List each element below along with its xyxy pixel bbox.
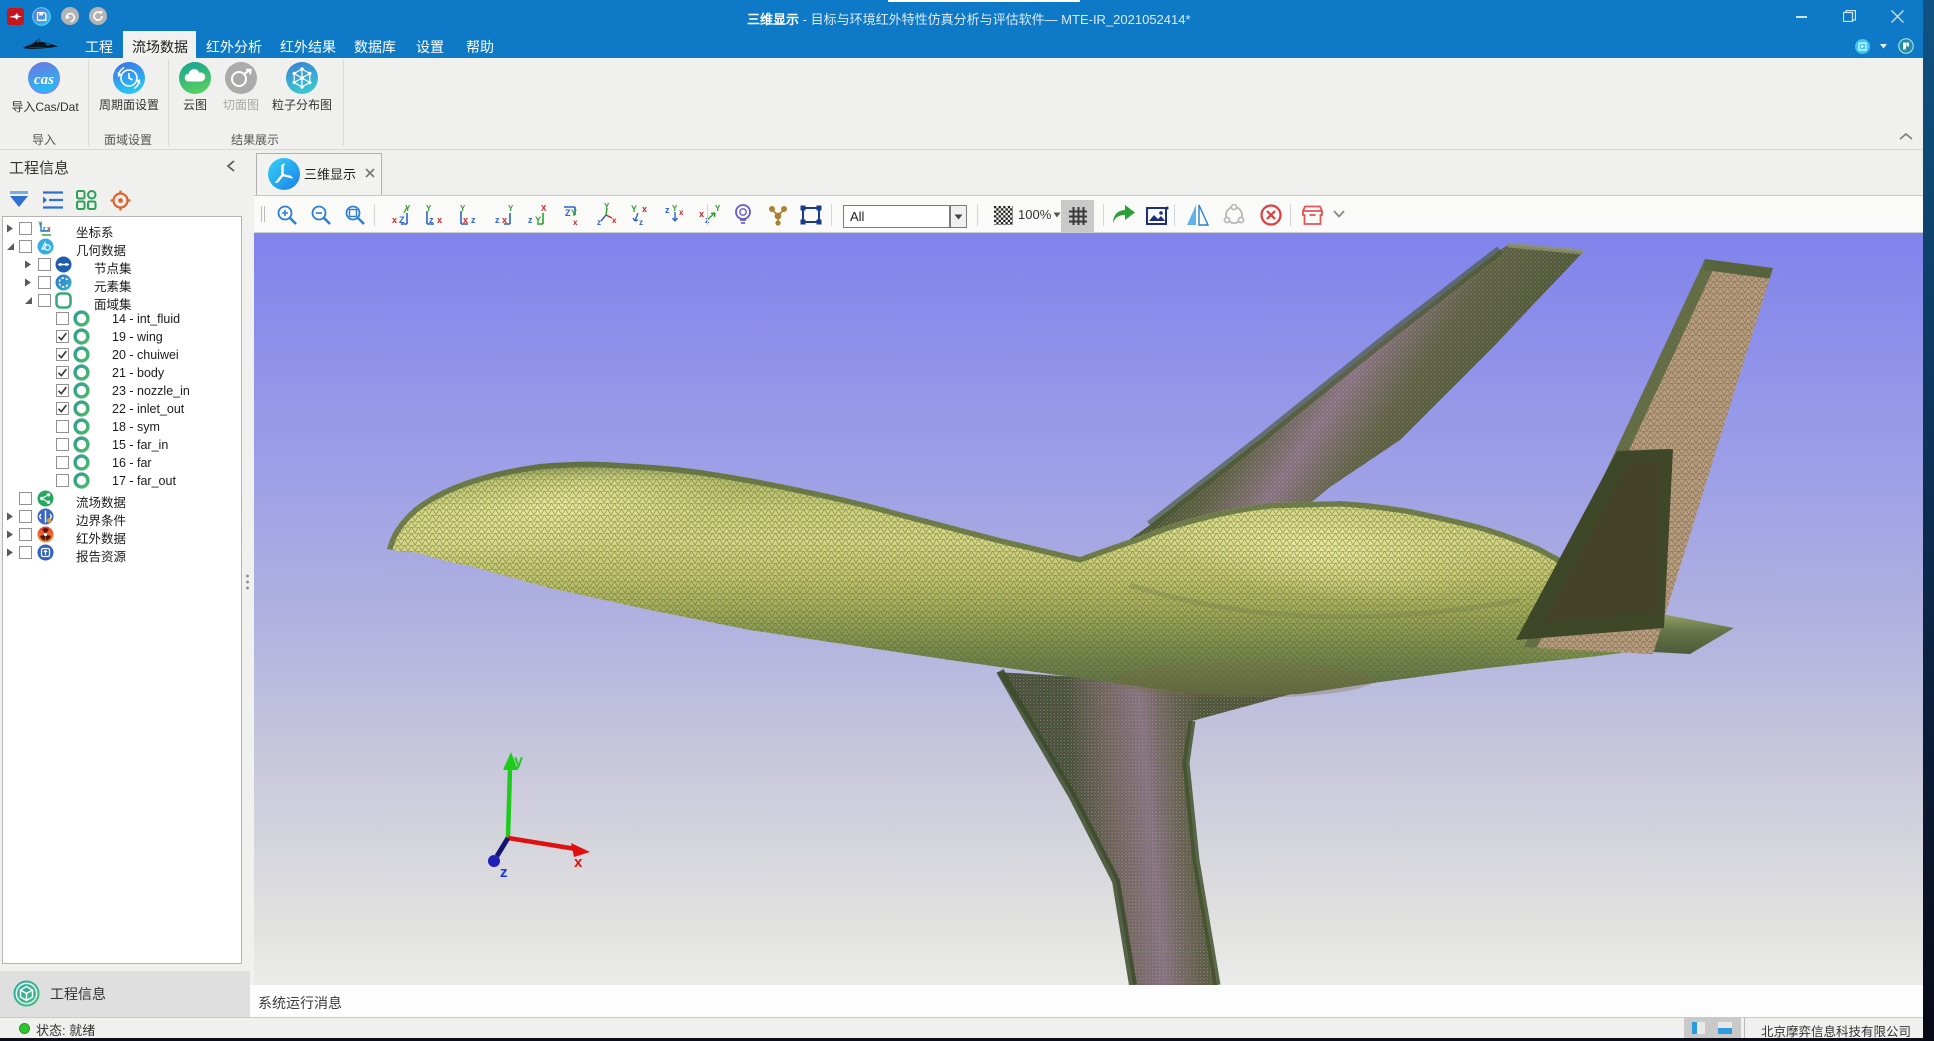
- svg-text:x: x: [573, 218, 578, 227]
- svg-text:z: z: [495, 215, 500, 225]
- svg-text:z: z: [429, 215, 434, 225]
- svg-text:z: z: [639, 218, 643, 227]
- svg-text:X: X: [541, 204, 547, 213]
- svg-text:Y: Y: [38, 222, 42, 228]
- svg-text:z: z: [471, 215, 476, 225]
- svg-text:x: x: [437, 215, 442, 225]
- svg-text:cas: cas: [34, 72, 54, 88]
- svg-text:x: x: [463, 215, 468, 225]
- svg-text:x: x: [612, 216, 617, 225]
- svg-text:Y: Y: [426, 204, 432, 213]
- svg-text:x: x: [47, 226, 51, 233]
- svg-text:x: x: [392, 215, 397, 225]
- svg-text:Y: Y: [508, 204, 514, 213]
- svg-text:z: z: [665, 205, 670, 215]
- svg-text:x: x: [699, 209, 704, 219]
- svg-text:Y: Y: [604, 203, 610, 211]
- svg-text:Y: Y: [460, 204, 466, 213]
- svg-text:Y: Y: [631, 204, 637, 214]
- svg-text:z: z: [597, 218, 601, 227]
- svg-text:Y: Y: [571, 208, 577, 218]
- svg-text:z: z: [528, 215, 533, 225]
- svg-text:x: x: [574, 854, 583, 871]
- svg-text:x: x: [642, 204, 647, 214]
- svg-text:y: y: [514, 753, 523, 770]
- svg-text:z: z: [500, 864, 508, 881]
- svg-text:x: x: [679, 208, 684, 217]
- svg-text:Y: Y: [715, 204, 721, 213]
- svg-text:Y: Y: [672, 204, 678, 213]
